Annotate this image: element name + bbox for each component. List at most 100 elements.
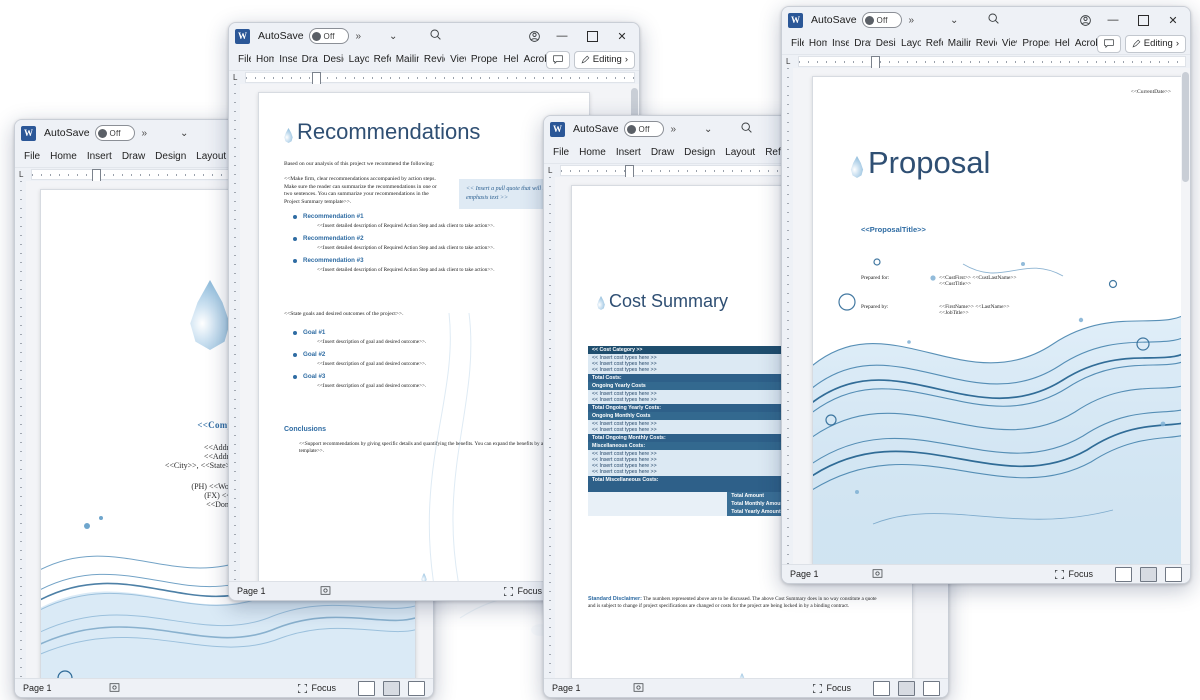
page-indicator[interactable]: Page 1: [790, 569, 872, 579]
autosave-toggle[interactable]: Off: [623, 121, 664, 137]
web-layout-icon[interactable]: [1165, 566, 1182, 582]
scrollbar-thumb[interactable]: [1182, 72, 1189, 182]
tab-mailings[interactable]: Mailings: [943, 34, 971, 53]
view-buttons[interactable]: [873, 680, 940, 696]
editing-caret[interactable]: ›: [625, 54, 628, 65]
autosave-toggle[interactable]: Off: [861, 12, 902, 28]
page-indicator[interactable]: Page 1: [237, 586, 320, 596]
focus-button[interactable]: Focus: [812, 683, 851, 694]
close-button[interactable]: ✕: [1158, 8, 1188, 32]
ribbon-display-chevron[interactable]: ⌄: [180, 128, 188, 139]
tab-insert[interactable]: Insert: [611, 143, 646, 162]
web-layout-icon[interactable]: [923, 680, 940, 696]
tab-acrobat[interactable]: Acrobat: [1070, 34, 1097, 53]
ribbon-tabs[interactable]: File Home Insert Draw Design Layout Refe…: [782, 33, 1190, 55]
tab-draw[interactable]: Draw: [117, 147, 150, 166]
ribbon-display-chevron[interactable]: ⌄: [950, 15, 958, 26]
tab-references[interactable]: Refer: [921, 34, 943, 53]
focus-button[interactable]: Focus: [1054, 569, 1093, 580]
tab-view[interactable]: View: [445, 50, 466, 69]
tab-home[interactable]: Home: [574, 143, 611, 162]
tab-properties[interactable]: Properties: [1017, 34, 1049, 53]
overflow-chevron[interactable]: »: [909, 15, 915, 26]
maximize-button[interactable]: [1128, 8, 1158, 32]
status-bar[interactable]: Page 1 Focus: [782, 564, 1190, 583]
tab-help[interactable]: Help: [1050, 34, 1070, 53]
window-controls[interactable]: — ✕: [521, 24, 637, 48]
indent-marker[interactable]: [625, 165, 634, 177]
titlebar[interactable]: W AutoSave Off » ⌄ — ✕: [782, 7, 1190, 33]
document-area[interactable]: <<CurrentDate>> Proposal <<ProposalTitle…: [782, 68, 1190, 564]
tab-properties[interactable]: Properties: [466, 50, 499, 69]
search-icon[interactable]: [429, 28, 442, 46]
autosave-toggle[interactable]: Off: [94, 125, 135, 141]
tab-file[interactable]: File: [19, 147, 45, 166]
tab-draw[interactable]: Draw: [849, 34, 870, 53]
ruler-track[interactable]: [798, 56, 1186, 68]
tab-mailings[interactable]: Mailings: [391, 50, 419, 69]
ribbon-tabs[interactable]: File Home Insert Draw Design Layout Refe…: [229, 49, 639, 71]
tab-review[interactable]: Review: [971, 34, 997, 53]
account-icon[interactable]: [1072, 8, 1098, 32]
web-layout-icon[interactable]: [408, 680, 425, 696]
indent-marker[interactable]: [871, 56, 880, 68]
tab-draw[interactable]: Draw: [297, 50, 319, 69]
ribbon-display-chevron[interactable]: ⌄: [389, 31, 397, 42]
editing-mode-button[interactable]: Editing ›: [573, 50, 635, 69]
tab-file[interactable]: File: [786, 34, 804, 53]
print-layout-icon[interactable]: [383, 680, 400, 696]
tab-layout[interactable]: Layout: [896, 34, 921, 53]
comments-button[interactable]: [1096, 34, 1121, 53]
horizontal-ruler[interactable]: L: [229, 71, 639, 84]
accessibility-checker-icon[interactable]: [633, 682, 812, 695]
print-layout-icon[interactable]: [898, 680, 915, 696]
maximize-button[interactable]: [577, 24, 607, 48]
status-bar[interactable]: Page 1 Focus: [544, 678, 948, 697]
account-icon[interactable]: [521, 24, 547, 48]
tab-stop-selector[interactable]: L: [229, 73, 245, 82]
minimize-button[interactable]: —: [547, 24, 577, 48]
tab-stop-selector[interactable]: L: [544, 166, 560, 175]
vertical-scrollbar[interactable]: [1181, 68, 1190, 564]
overflow-chevron[interactable]: »: [356, 31, 362, 42]
tab-stop-selector[interactable]: L: [782, 57, 798, 66]
tab-help[interactable]: Help: [498, 50, 518, 69]
tab-layout[interactable]: Layout: [720, 143, 760, 162]
tab-file[interactable]: File: [548, 143, 574, 162]
ribbon-right-group[interactable]: Editing ›: [545, 50, 635, 69]
focus-button[interactable]: Focus: [297, 683, 336, 694]
tab-design[interactable]: Design: [150, 147, 191, 166]
indent-marker[interactable]: [312, 72, 321, 84]
titlebar[interactable]: W AutoSave Off » ⌄ — ✕: [229, 23, 639, 49]
document-page[interactable]: <<CurrentDate>> Proposal <<ProposalTitle…: [812, 76, 1184, 564]
overflow-chevron[interactable]: »: [671, 124, 677, 135]
page-indicator[interactable]: Page 1: [552, 683, 633, 693]
overflow-chevron[interactable]: »: [142, 128, 148, 139]
accessibility-checker-icon[interactable]: [872, 568, 1054, 581]
editing-caret[interactable]: ›: [1176, 38, 1179, 49]
accessibility-checker-icon[interactable]: [320, 585, 503, 598]
page-indicator[interactable]: Page 1: [23, 683, 109, 693]
search-icon[interactable]: [987, 12, 1000, 30]
tab-view[interactable]: View: [997, 34, 1018, 53]
comments-button[interactable]: [545, 50, 570, 69]
tab-layout[interactable]: Layout: [344, 50, 369, 69]
read-mode-icon[interactable]: [1115, 566, 1132, 582]
tab-layout[interactable]: Layout: [191, 147, 231, 166]
read-mode-icon[interactable]: [358, 680, 375, 696]
tab-review[interactable]: Review: [419, 50, 445, 69]
tab-references[interactable]: Refer: [369, 50, 391, 69]
tab-insert[interactable]: Insert: [82, 147, 117, 166]
tab-home[interactable]: Home: [251, 50, 274, 69]
ribbon-right-group[interactable]: Editing ›: [1096, 34, 1186, 53]
accessibility-checker-icon[interactable]: [109, 682, 298, 695]
tab-home[interactable]: Home: [45, 147, 82, 166]
tab-draw[interactable]: Draw: [646, 143, 679, 162]
autosave-toggle[interactable]: Off: [308, 28, 349, 44]
ribbon-display-chevron[interactable]: ⌄: [704, 124, 712, 135]
close-button[interactable]: ✕: [607, 24, 637, 48]
document-page[interactable]: Recommendations Based on our analysis of…: [258, 92, 590, 581]
tab-acrobat[interactable]: Acrobat: [519, 50, 546, 69]
focus-button[interactable]: Focus: [503, 586, 542, 597]
minimize-button[interactable]: —: [1098, 8, 1128, 32]
